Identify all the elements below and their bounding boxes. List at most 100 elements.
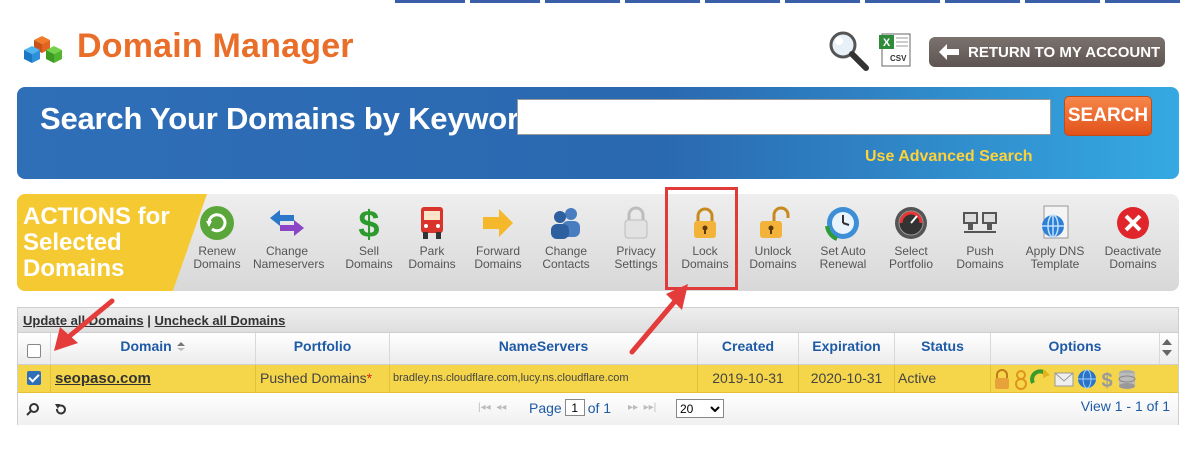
forward-line-2: Domains <box>474 257 522 271</box>
actions-label-line-2: Selected <box>23 229 122 256</box>
row-checkbox[interactable] <box>27 371 41 385</box>
nameservers-icon <box>270 210 304 236</box>
domains-grid: Update all Domains | Uncheck all Domains… <box>17 307 1179 425</box>
actions-label: ACTIONS for Selected Domains <box>17 194 207 291</box>
option-dollar-icon: $ <box>1101 370 1112 392</box>
domain-cell: seopaso.com <box>51 365 256 392</box>
contacts-line-1: Change <box>544 244 588 258</box>
renew-domains-action[interactable]: Renew Domains <box>183 204 251 271</box>
dns-line-2: Template <box>1030 257 1080 271</box>
deactivate-domains-action[interactable]: Deactivate Domains <box>1099 204 1167 271</box>
return-to-account-button[interactable]: RETURN TO MY ACCOUNT <box>929 37 1165 67</box>
refresh-icon[interactable] <box>54 402 68 416</box>
domain-cubes-icon <box>24 36 62 63</box>
change-contacts-action[interactable]: Change Contacts <box>532 204 600 271</box>
top-tab-strip <box>0 0 1190 4</box>
option-renew-icon <box>1030 369 1050 385</box>
column-options[interactable]: Options <box>991 333 1160 364</box>
column-created[interactable]: Created <box>698 333 799 364</box>
csv-export-icon[interactable]: X CSV <box>879 33 915 67</box>
grid-scrollbar[interactable] <box>1161 337 1173 364</box>
uncheck-all-domains-link[interactable]: Uncheck all Domains <box>155 313 286 328</box>
column-status[interactable]: Status <box>895 333 991 364</box>
column-domain-label: Domain <box>120 338 172 354</box>
page-number-input[interactable] <box>564 399 585 416</box>
push-domains-action[interactable]: Push Domains <box>946 204 1014 271</box>
prev-page-icon[interactable]: ◂◂ <box>496 402 506 413</box>
keyword-search-input[interactable] <box>517 99 1051 135</box>
search-grid-icon[interactable] <box>26 402 40 416</box>
unlock-domains-action[interactable]: Unlock Domains <box>739 204 807 271</box>
select-portfolio-action[interactable]: Select Portfolio <box>877 204 945 271</box>
lock-domains-highlight <box>665 187 738 290</box>
expiration-cell: 2020-10-31 <box>799 365 895 392</box>
option-lock-icon <box>995 369 1009 390</box>
chevron-down-icon <box>710 405 720 412</box>
table-row[interactable]: seopaso.com Pushed Domains* bradley.ns.c… <box>18 365 1178 393</box>
set-auto-renewal-action[interactable]: Set Auto Renewal <box>809 204 877 271</box>
contacts-line-2: Contacts <box>542 257 590 271</box>
portfolio-line-2: Portfolio <box>888 257 934 271</box>
apply-dns-template-action[interactable]: Apply DNS Template <box>1021 204 1089 271</box>
options-cell: $ <box>991 365 1178 392</box>
row-checkbox-cell <box>18 365 51 392</box>
arrow-left-icon <box>939 44 959 60</box>
advanced-search-link[interactable]: Use Advanced Search <box>865 148 1032 166</box>
change-nameservers-action[interactable]: Change Nameservers <box>253 204 325 271</box>
option-database-icon <box>1118 370 1136 390</box>
sell-line-2: Domains <box>345 257 393 271</box>
domain-link[interactable]: seopaso.com <box>55 370 151 387</box>
auto-renewal-line-2: Renewal <box>819 257 867 271</box>
deactivate-line-2: Domains <box>1109 257 1157 271</box>
park-domains-action[interactable]: Park Domains <box>398 204 466 271</box>
page-navigator: Page of 1 <box>529 399 611 416</box>
nameservers-line-2: Nameservers <box>253 257 325 271</box>
deactivate-x-icon <box>1117 207 1149 239</box>
first-page-icon[interactable]: |◂◂ <box>478 402 491 413</box>
csv-label: CSV <box>890 54 907 63</box>
grid-toolbar: Update all Domains | Uncheck all Domains <box>18 308 1178 333</box>
page-size-select[interactable]: 20 <box>676 399 724 418</box>
sell-domains-action[interactable]: $ Sell Domains <box>335 204 403 271</box>
park-line-2: Domains <box>408 257 456 271</box>
push-line-2: Domains <box>956 257 1004 271</box>
unlock-line-2: Domains <box>749 257 797 271</box>
magnifier-icon[interactable] <box>826 28 870 72</box>
park-line-1: Park <box>419 244 445 258</box>
column-expiration[interactable]: Expiration <box>799 333 895 364</box>
deactivate-line-1: Deactivate <box>1104 244 1162 258</box>
last-page-icon[interactable]: ▸▸| <box>644 402 657 413</box>
forward-arrow-icon <box>483 209 513 237</box>
unlock-icon <box>760 206 790 238</box>
next-last-buttons[interactable]: ▸▸ ▸▸| <box>628 402 656 413</box>
option-globe-icon <box>1078 369 1096 389</box>
privacy-line-1: Privacy <box>616 244 656 258</box>
forward-line-1: Forward <box>475 244 520 258</box>
forward-domains-action[interactable]: Forward Domains <box>464 204 532 271</box>
dns-template-icon <box>1042 205 1069 239</box>
renew-icon <box>200 206 234 240</box>
renew-line-2: Domains <box>193 257 241 271</box>
page-title: Domain Manager <box>77 27 354 65</box>
select-all-checkbox[interactable] <box>27 344 41 358</box>
search-button[interactable]: SEARCH <box>1064 96 1152 136</box>
next-page-icon[interactable]: ▸▸ <box>628 402 638 413</box>
row-option-icons[interactable]: $ <box>993 367 1153 392</box>
created-cell: 2019-10-31 <box>698 365 799 392</box>
unlock-line-1: Unlock <box>754 244 792 258</box>
first-prev-buttons[interactable]: |◂◂ ◂◂ <box>478 402 506 413</box>
push-line-1: Push <box>966 244 994 258</box>
portfolio-cell: Pushed Domains* <box>256 365 390 392</box>
search-banner: Search Your Domains by Keyword SEARCH Us… <box>17 87 1179 179</box>
privacy-line-2: Settings <box>614 257 658 271</box>
annotation-arrow-checkbox-icon <box>54 298 115 351</box>
privacy-settings-action[interactable]: Privacy Settings <box>602 204 670 271</box>
portfolio-value: Pushed Domains <box>260 370 367 386</box>
column-portfolio[interactable]: Portfolio <box>256 333 390 364</box>
header-checkbox-cell <box>18 333 51 364</box>
sort-icon <box>176 342 185 351</box>
nameservers-line-1: Change <box>265 244 309 258</box>
search-heading: Search Your Domains by Keyword <box>40 101 538 136</box>
auto-renew-clock-icon <box>825 207 859 241</box>
annotation-arrow-lock-icon <box>629 284 688 355</box>
